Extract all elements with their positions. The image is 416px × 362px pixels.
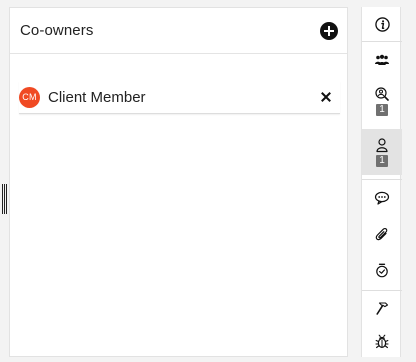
- member-name: Client Member: [48, 88, 146, 106]
- rail-coowners-button[interactable]: 1: [362, 129, 402, 175]
- panel-resize-handle[interactable]: [2, 184, 8, 214]
- attachment-icon: [375, 227, 388, 240]
- rail-tools-button[interactable]: [362, 291, 402, 325]
- team-icon: [375, 54, 389, 65]
- coowners-count-badge: 1: [376, 154, 388, 167]
- hammer-icon: [376, 301, 389, 315]
- bug-icon: [375, 334, 389, 348]
- rail-timer-button[interactable]: [362, 252, 402, 288]
- panel-header: Co-owners: [10, 8, 347, 54]
- coowners-panel: Co-owners CM Client Member: [9, 7, 348, 357]
- coowner-row: CM Client Member: [19, 81, 340, 114]
- rail-comments-button[interactable]: [362, 180, 402, 216]
- side-rail: 1 1: [361, 7, 402, 357]
- timer-icon: [376, 263, 388, 277]
- comment-icon: [374, 191, 390, 205]
- add-coowner-button[interactable]: [320, 21, 338, 40]
- panel-title: Co-owners: [20, 22, 94, 39]
- watchers-count-badge: 1: [376, 103, 388, 116]
- avatar: CM: [19, 86, 40, 108]
- rail-attachments-button[interactable]: [362, 216, 402, 252]
- rail-watchers-button[interactable]: 1: [362, 78, 402, 124]
- rail-bug-button[interactable]: [362, 325, 402, 357]
- owner-icon: [376, 137, 388, 152]
- watcher-icon: [375, 86, 389, 101]
- info-icon: [374, 16, 390, 32]
- rail-info-button[interactable]: [362, 7, 402, 41]
- remove-coowner-button[interactable]: [320, 91, 332, 103]
- rail-team-button[interactable]: [362, 42, 402, 78]
